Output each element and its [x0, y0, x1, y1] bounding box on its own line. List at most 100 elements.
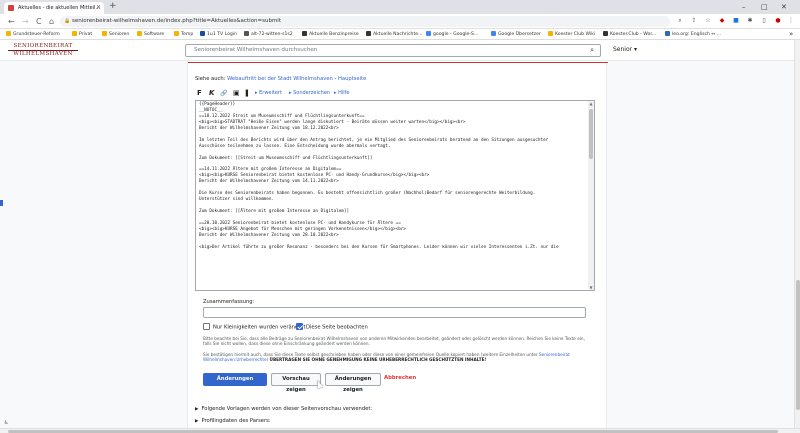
close-window-icon[interactable]: ✕	[781, 0, 787, 14]
link-icon[interactable]: 🔗	[220, 88, 227, 99]
forward-icon[interactable]: →	[22, 17, 29, 26]
site-icon	[302, 30, 307, 36]
toolbar-help[interactable]: ▸ Hilfe	[334, 88, 349, 99]
horizontal-scrollbar[interactable]	[0, 428, 800, 433]
cancel-link[interactable]: Abbrechen	[384, 373, 416, 386]
menu-icon[interactable]: ⋮	[787, 16, 795, 25]
see-also: Siehe auch: Webauftritt bei der Stadt Wi…	[195, 76, 367, 82]
folder-icon	[102, 30, 107, 36]
translate-icon	[491, 30, 496, 36]
back-icon[interactable]: ←	[8, 17, 15, 26]
browser-tab[interactable]: Aktuelles - die aktuellen Mitteil... ✕	[4, 2, 104, 14]
new-tab-button[interactable]: +	[109, 1, 117, 11]
toolbar-advanced[interactable]: ▸ Erweitert	[255, 88, 282, 99]
site-logo[interactable]: SENIORENBEIRAT WILHELMSHAVEN	[8, 43, 78, 59]
editor-scroll-thumb[interactable]	[589, 109, 593, 159]
extension-icon[interactable]: ◆	[718, 16, 726, 25]
wikitext-content[interactable]: {{PageHeader}} __NOTOC__ ==18.12.2022 St…	[196, 101, 594, 252]
lock-icon: 🔒	[64, 18, 71, 24]
save-button[interactable]: Änderungen speichern	[203, 373, 267, 393]
wikitext-editor[interactable]: {{PageHeader}} __NOTOC__ ==18.12.2022 St…	[195, 100, 595, 291]
site-icon	[244, 30, 249, 36]
bookmark-item[interactable]: Koester Club Wiki	[548, 30, 595, 39]
folder-icon	[6, 30, 11, 36]
bookmark-item[interactable]: 1u1 TV Login	[200, 30, 237, 39]
bookmark-item[interactable]: Aktuelle Benzinpreise	[302, 30, 359, 39]
wordpress-icon	[603, 30, 608, 36]
user-menu[interactable]: Senior ▾	[613, 46, 637, 53]
search-placeholder: Seniorenbeirat Wilhelmshaven durchsuchen	[194, 47, 318, 53]
license-notice: Bitte beachte bei Sie, dass alle Beiträg…	[203, 336, 585, 347]
link-hauptseite[interactable]: Hauptseite	[338, 76, 366, 82]
browser-toolbar: ← → C ⌂ 🔒 seniorenbeirat-wilhelmshaven.d…	[0, 14, 800, 29]
home-icon[interactable]: ⌂	[49, 17, 54, 26]
bookmark-item[interactable]: Aktuelle Nachrichte...	[366, 30, 422, 39]
sidepanel-icon[interactable]: ▯	[760, 16, 768, 25]
maximize-icon[interactable]: □	[761, 0, 768, 14]
extensions-puzzle-icon[interactable]: ✱	[746, 16, 754, 25]
logo-line-1: SENIORENBEIRAT	[13, 43, 73, 49]
expand-arrow-icon: ▶	[195, 407, 199, 412]
side-tab-icon[interactable]	[0, 200, 3, 206]
bookmark-item[interactable]: alt-72-witten-s1s2	[244, 30, 293, 39]
italic-icon[interactable]: K	[209, 88, 214, 99]
zoom-icon[interactable]: ⌕	[676, 16, 684, 25]
logo-line-2: WILHELMSHAVEN	[8, 50, 78, 58]
bookmarks-more-icon[interactable]: »	[789, 30, 793, 39]
extension-blue-icon[interactable]: ■	[732, 16, 740, 25]
bookmark-item[interactable]: Software	[137, 30, 164, 39]
folder-icon	[72, 30, 77, 36]
minor-edit-option[interactable]: Nur Kleinigkeiten wurden verändert	[203, 323, 306, 332]
bold-icon[interactable]: F	[197, 88, 202, 99]
browser-tab-bar: Aktuelles - die aktuellen Mitteil... ✕ +…	[0, 0, 800, 14]
bookmark-item[interactable]: Grundsteuer-Reform	[6, 30, 60, 39]
editor-toolbar: F K 🔗 ▣ ❚ ▸ Erweitert ▸ Sonderzeichen ▸ …	[195, 88, 595, 99]
folder-icon	[548, 30, 553, 36]
share-icon[interactable]: ⇪	[690, 16, 698, 25]
bookmark-item[interactable]: Koester.Club - Wor...	[603, 30, 656, 39]
editor-scrollbar[interactable]: ▲ ▼	[588, 101, 594, 290]
bookmark-item[interactable]: google - Google-S...	[426, 30, 478, 39]
link-webauftritt[interactable]: Webauftritt bei der Stadt Wilhelmshaven	[227, 76, 333, 82]
url-text: seniorenbeirat-wilhelmshaven.de/index.ph…	[72, 18, 281, 24]
show-changes-button[interactable]: Änderungen zeigen	[325, 373, 381, 393]
watch-checkbox[interactable]	[296, 323, 303, 330]
preview-button[interactable]: Vorschau zeigen	[271, 373, 321, 393]
close-tab-icon[interactable]: ✕	[96, 2, 101, 14]
summary-label: Zusammenfassung:	[203, 299, 255, 305]
parser-fold[interactable]: ▶ Profilingdaten des Parsers:	[195, 418, 271, 424]
bookmark-item[interactable]: Privat	[72, 30, 92, 39]
watch-option[interactable]: Diese Seite beobachten	[296, 323, 368, 332]
google-icon	[426, 30, 431, 36]
profile-icon[interactable]: ●	[774, 16, 782, 25]
bookmark-star-icon[interactable]: ☆	[704, 16, 712, 25]
tab-title: Aktuelles - die aktuellen Mitteil...	[18, 5, 101, 11]
address-bar[interactable]: 🔒 seniorenbeirat-wilhelmshaven.de/index.…	[60, 16, 670, 27]
expand-arrow-icon: ▶	[195, 419, 199, 424]
bookmark-item[interactable]: Senioren	[102, 30, 129, 39]
summary-input[interactable]	[203, 307, 586, 318]
bookmark-item[interactable]: Temp	[174, 30, 193, 39]
site-search-input[interactable]: Seniorenbeirat Wilhelmshaven durchsuchen…	[185, 44, 601, 57]
mouse-cursor	[314, 379, 324, 389]
reference-icon[interactable]: ❚	[244, 88, 250, 99]
page-scroll-thumb[interactable]	[796, 280, 800, 410]
leo-icon	[665, 30, 670, 36]
folder-icon	[137, 30, 142, 36]
minor-edit-checkbox[interactable]	[203, 323, 210, 330]
bookmarks-bar: Grundsteuer-Reform Privat Senioren Softw…	[0, 29, 800, 40]
toolbar-special-chars[interactable]: ▸ Sonderzeichen	[289, 88, 330, 99]
templates-fold[interactable]: ▶ Folgende Vorlagen werden von dieser Sei…	[195, 406, 372, 412]
image-icon[interactable]: ▣	[233, 88, 240, 99]
scroll-down-icon[interactable]: ▼	[588, 285, 594, 290]
search-icon[interactable]: ⌕	[590, 45, 594, 56]
site-favicon-icon	[8, 5, 14, 11]
minimize-icon[interactable]: –	[742, 0, 746, 14]
bookmark-item[interactable]: leo.org: Englisch ↔ ...	[665, 30, 721, 39]
bookmark-item[interactable]: Google Übersetzer	[491, 30, 541, 39]
page-scrollbar[interactable]	[794, 40, 800, 428]
reload-icon[interactable]: C	[36, 17, 42, 26]
scroll-up-icon[interactable]: ▲	[588, 101, 594, 106]
site-icon	[200, 30, 205, 36]
site-icon	[366, 30, 371, 36]
